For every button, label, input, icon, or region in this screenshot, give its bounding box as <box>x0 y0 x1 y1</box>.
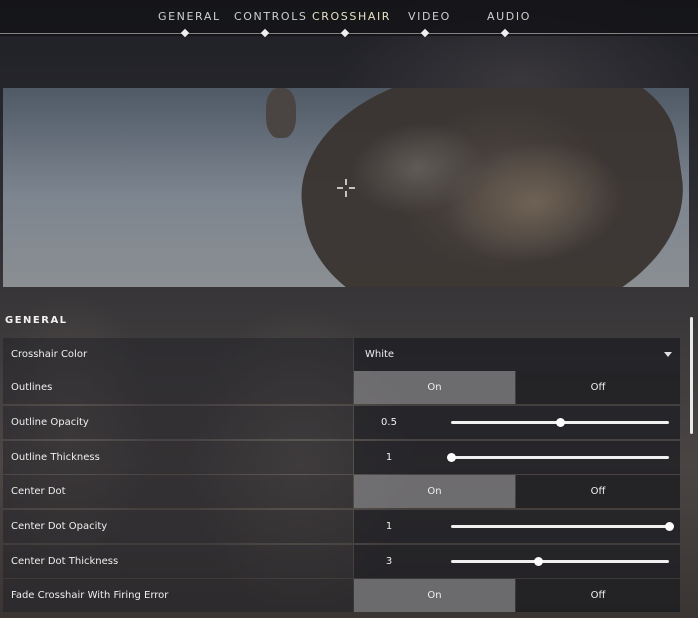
setting-label: Fade Crosshair With Firing Error <box>11 590 169 601</box>
tab-controls[interactable]: CONTROLS <box>234 10 308 23</box>
slider-handle[interactable] <box>556 418 565 427</box>
scrollbar[interactable] <box>690 317 693 434</box>
tab-marker-icon <box>340 28 350 38</box>
setting-row-crosshair-color: Crosshair Color White <box>3 338 680 371</box>
outline-opacity-control: 0.5 <box>354 406 680 439</box>
tab-marker-icon <box>500 28 510 38</box>
slider-value[interactable]: 0.5 <box>354 406 424 439</box>
setting-label: Center Dot Opacity <box>11 521 108 532</box>
tab-marker-icon <box>180 28 190 38</box>
setting-row-outlines: Outlines On Off <box>3 371 680 404</box>
fade-crosshair-on-button[interactable]: On <box>354 579 515 612</box>
slider-handle[interactable] <box>447 453 456 462</box>
outline-thickness-control: 1 <box>354 441 680 474</box>
outlines-off-button[interactable]: Off <box>516 371 680 404</box>
outlines-on-button[interactable]: On <box>354 371 515 404</box>
slider-value[interactable]: 1 <box>354 510 424 543</box>
setting-row-fade-crosshair: Fade Crosshair With Firing Error On Off <box>3 579 680 612</box>
setting-label: Center Dot <box>11 486 66 497</box>
fade-crosshair-off-button[interactable]: Off <box>516 579 680 612</box>
slider-value[interactable]: 1 <box>354 441 424 474</box>
dropdown-value: White <box>365 349 395 360</box>
setting-row-outline-opacity: Outline Opacity 0.5 <box>3 406 680 439</box>
crosshair-color-dropdown[interactable]: White <box>354 338 680 371</box>
setting-label: Crosshair Color <box>11 349 88 360</box>
setting-label: Outline Thickness <box>11 452 100 463</box>
tab-video[interactable]: VIDEO <box>408 10 451 23</box>
setting-row-center-dot-opacity: Center Dot Opacity 1 <box>3 510 680 543</box>
setting-label: Center Dot Thickness <box>11 556 119 567</box>
setting-label: Outline Opacity <box>11 417 89 428</box>
tab-general[interactable]: GENERAL <box>158 10 221 23</box>
top-nav: GENERAL CONTROLS CROSSHAIR VIDEO AUDIO <box>0 0 698 38</box>
center-dot-opacity-slider[interactable] <box>451 522 674 531</box>
setting-row-center-dot: Center Dot On Off <box>3 475 680 508</box>
slider-value[interactable]: 3 <box>354 545 424 578</box>
center-dot-thickness-slider[interactable] <box>451 557 669 566</box>
tab-marker-icon <box>420 28 430 38</box>
outline-thickness-slider[interactable] <box>447 453 669 462</box>
tab-audio[interactable]: AUDIO <box>487 10 531 23</box>
center-dot-thickness-control: 3 <box>354 545 680 578</box>
chevron-down-icon <box>664 352 672 357</box>
center-dot-opacity-control: 1 <box>354 510 680 543</box>
section-title: GENERAL <box>5 315 68 326</box>
preview-rock-fragment <box>266 88 296 138</box>
setting-row-outline-thickness: Outline Thickness 1 <box>3 441 680 474</box>
tab-marker-icon <box>260 28 270 38</box>
setting-row-center-dot-thickness: Center Dot Thickness 3 <box>3 545 680 578</box>
slider-handle[interactable] <box>534 557 544 566</box>
slider-handle[interactable] <box>665 522 674 531</box>
outline-opacity-slider[interactable] <box>451 418 669 427</box>
center-dot-on-button[interactable]: On <box>354 475 515 508</box>
tab-crosshair[interactable]: CROSSHAIR <box>312 10 391 23</box>
center-dot-off-button[interactable]: Off <box>516 475 680 508</box>
crosshair-icon <box>337 179 355 197</box>
setting-label: Outlines <box>11 382 53 393</box>
